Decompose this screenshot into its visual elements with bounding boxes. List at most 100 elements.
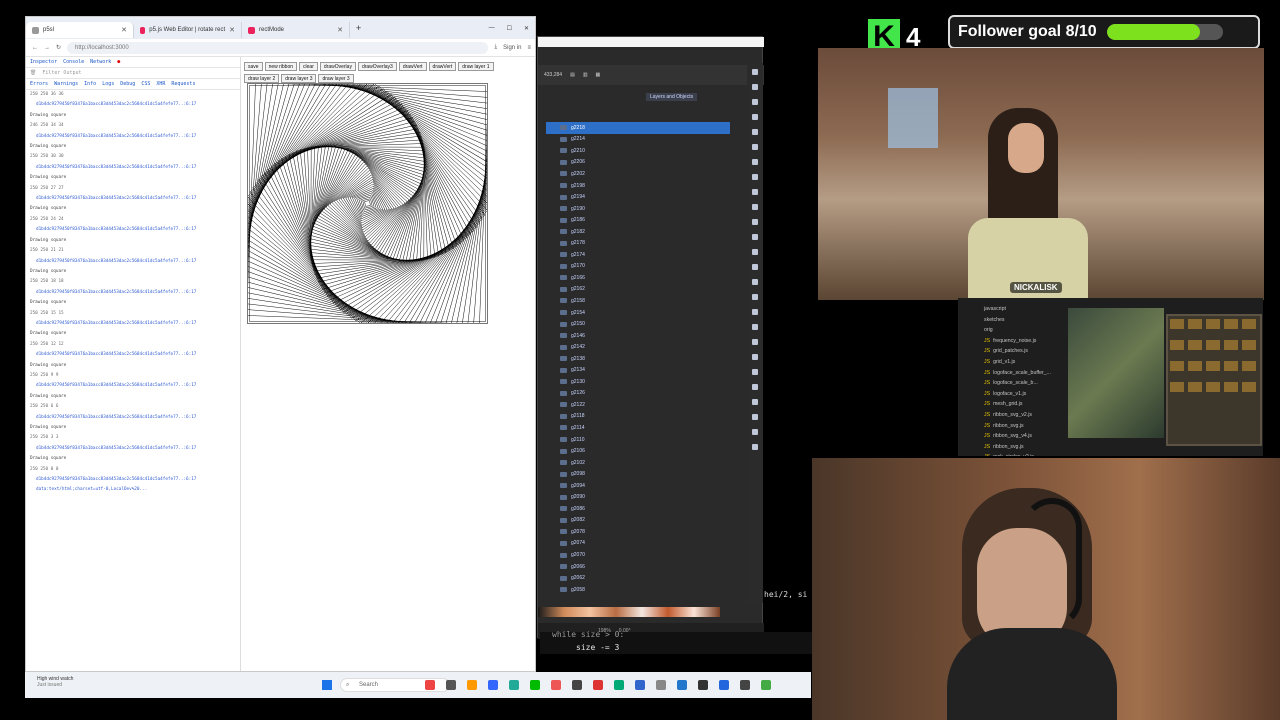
app-icon[interactable] xyxy=(551,680,561,690)
window-close-icon[interactable]: ✕ xyxy=(524,25,529,32)
layer-row[interactable]: g2126 xyxy=(546,388,730,400)
layer-row[interactable]: g2206 xyxy=(546,157,730,169)
sign-in-button[interactable]: Sign in xyxy=(503,45,521,51)
layer-row[interactable]: g2082 xyxy=(546,515,730,527)
close-icon[interactable]: ✕ xyxy=(337,26,343,34)
layer-row[interactable]: g2202 xyxy=(546,168,730,180)
tab-inspector[interactable]: Inspector xyxy=(30,59,57,65)
app-icon[interactable] xyxy=(719,680,729,690)
tool-icon[interactable] xyxy=(752,414,758,420)
layer-row[interactable]: g2098 xyxy=(546,468,730,480)
download-icon[interactable]: ⤓ xyxy=(494,44,497,51)
inventory-slot[interactable] xyxy=(1206,382,1220,392)
filter-requests[interactable]: Requests xyxy=(171,81,195,87)
layer-row[interactable]: g2178 xyxy=(546,237,730,249)
tool-icon[interactable] xyxy=(752,129,758,135)
file-item[interactable]: JS logoface_scale_buffer_... xyxy=(984,368,1068,379)
sketch-button[interactable]: new ribbon xyxy=(264,62,298,71)
layer-row[interactable]: g2122 xyxy=(546,399,730,411)
layer-row[interactable]: g2194 xyxy=(546,191,730,203)
layer-row[interactable]: g2106 xyxy=(546,445,730,457)
weather-widget[interactable]: High wind watch Just issued xyxy=(37,676,107,688)
tool-icon[interactable] xyxy=(752,84,758,90)
layer-row[interactable]: g2066 xyxy=(546,561,730,573)
layer-row[interactable]: g2142 xyxy=(546,341,730,353)
layers-panel-tab[interactable]: Layers and Objects xyxy=(646,93,698,101)
browser-tab-rectmode[interactable]: rectMode ✕ xyxy=(242,22,350,38)
inventory-slot[interactable] xyxy=(1170,319,1184,329)
layer-row[interactable]: g2154 xyxy=(546,307,730,319)
layer-row[interactable]: g2134 xyxy=(546,364,730,376)
app-icon[interactable] xyxy=(635,680,645,690)
file-item[interactable]: JS logoface_v1.js xyxy=(984,389,1068,400)
layer-row[interactable]: g2138 xyxy=(546,353,730,365)
trash-icon[interactable]: 🗑 xyxy=(30,70,36,76)
console-source-link[interactable]: d1b4dc9279450f83476a1bacc83d4453dac2c568… xyxy=(26,194,240,204)
tool-icon[interactable] xyxy=(752,174,758,180)
file-item[interactable]: orig xyxy=(984,325,1068,336)
sketch-button[interactable]: drawOverlay3 xyxy=(357,62,397,71)
file-item[interactable]: JS grid_v1.js xyxy=(984,357,1068,368)
sketch-button[interactable]: drawVert xyxy=(428,62,457,71)
layer-row[interactable]: g2146 xyxy=(546,330,730,342)
layer-row[interactable]: g2214 xyxy=(546,134,730,146)
file-item[interactable]: JS ribbon_svg.js xyxy=(984,421,1068,432)
app-icon[interactable] xyxy=(572,680,582,690)
new-tab-icon[interactable]: + xyxy=(356,23,361,33)
tool-icon[interactable] xyxy=(752,279,758,285)
app-icon[interactable] xyxy=(467,680,477,690)
close-icon[interactable]: ✕ xyxy=(229,26,235,34)
close-icon[interactable]: ✕ xyxy=(121,26,127,34)
inventory-slot[interactable] xyxy=(1170,382,1184,392)
browser-tab-p5-editor[interactable]: p5.js Web Editor | rotate rect ✕ xyxy=(134,22,242,38)
tool-icon[interactable] xyxy=(752,234,758,240)
console-source-link[interactable]: d1b4dc9279450f83476a1bacc83d4453dac2c568… xyxy=(26,413,240,423)
layer-row[interactable]: g2174 xyxy=(546,249,730,261)
console-source-link[interactable]: d1b4dc9279450f83476a1bacc83d4453dac2c568… xyxy=(26,444,240,454)
console-source-link[interactable]: d1b4dc9279450f83476a1bacc83d4453dac2c568… xyxy=(26,475,240,485)
console-source-link[interactable]: d1b4dc9279450f83476a1bacc83d4453dac2c568… xyxy=(26,288,240,298)
app-icon[interactable] xyxy=(677,680,687,690)
console-source-link[interactable]: d1b4dc9279450f83476a1bacc83d4453dac2c568… xyxy=(26,163,240,173)
inventory-slot[interactable] xyxy=(1224,340,1238,350)
layer-row[interactable]: g2150 xyxy=(546,318,730,330)
layer-row[interactable]: g2078 xyxy=(546,526,730,538)
file-item[interactable]: JS mesh_grid.js xyxy=(984,399,1068,410)
layer-row[interactable]: g2070 xyxy=(546,549,730,561)
sketch-button[interactable]: draw layer 3 xyxy=(281,74,317,83)
filter-css[interactable]: CSS xyxy=(141,81,150,87)
tool-icon[interactable] xyxy=(752,444,758,450)
reload-icon[interactable]: ↻ xyxy=(56,44,61,51)
sketch-button[interactable]: draw layer 2 xyxy=(244,74,280,83)
app-icon[interactable] xyxy=(740,680,750,690)
tool-icon[interactable] xyxy=(752,219,758,225)
group-icon[interactable]: ▦ xyxy=(596,72,601,78)
back-icon[interactable]: ← xyxy=(32,45,38,51)
filter-xhr[interactable]: XHR xyxy=(156,81,165,87)
app-icon[interactable] xyxy=(425,680,435,690)
forward-icon[interactable]: → xyxy=(44,45,50,51)
sketch-button[interactable]: draw layer 1 xyxy=(458,62,494,71)
tab-console[interactable]: Console xyxy=(63,59,84,65)
layer-row[interactable]: g2062 xyxy=(546,572,730,584)
file-item[interactable]: JS ribbon_svg_v4.js xyxy=(984,431,1068,442)
console-source-link[interactable]: d1b4dc9279450f83476a1bacc83d4453dac2c568… xyxy=(26,100,240,110)
layer-row[interactable]: g2210 xyxy=(546,145,730,157)
app-icon[interactable] xyxy=(614,680,624,690)
app-icon[interactable] xyxy=(530,680,540,690)
tool-icon[interactable] xyxy=(752,369,758,375)
inventory-slot[interactable] xyxy=(1224,319,1238,329)
console-source-link[interactable]: d1b4dc9279450f83476a1bacc83d4453dac2c568… xyxy=(26,350,240,360)
tool-icon[interactable] xyxy=(752,339,758,345)
layer-row[interactable]: g2162 xyxy=(546,284,730,296)
file-item[interactable]: JSrock_circles_v2.js xyxy=(984,452,1068,456)
layer-row[interactable]: g2114 xyxy=(546,422,730,434)
sketch-button[interactable]: drawVert xyxy=(398,62,427,71)
inventory-slot[interactable] xyxy=(1242,382,1256,392)
tool-icon[interactable] xyxy=(752,189,758,195)
sketch-button[interactable]: save xyxy=(244,62,263,71)
distribute-icon[interactable]: ▥ xyxy=(583,72,588,78)
layer-row[interactable]: g2218 xyxy=(546,122,730,134)
tool-icon[interactable] xyxy=(752,144,758,150)
sketch-button[interactable]: draw layer 3 xyxy=(318,74,354,83)
